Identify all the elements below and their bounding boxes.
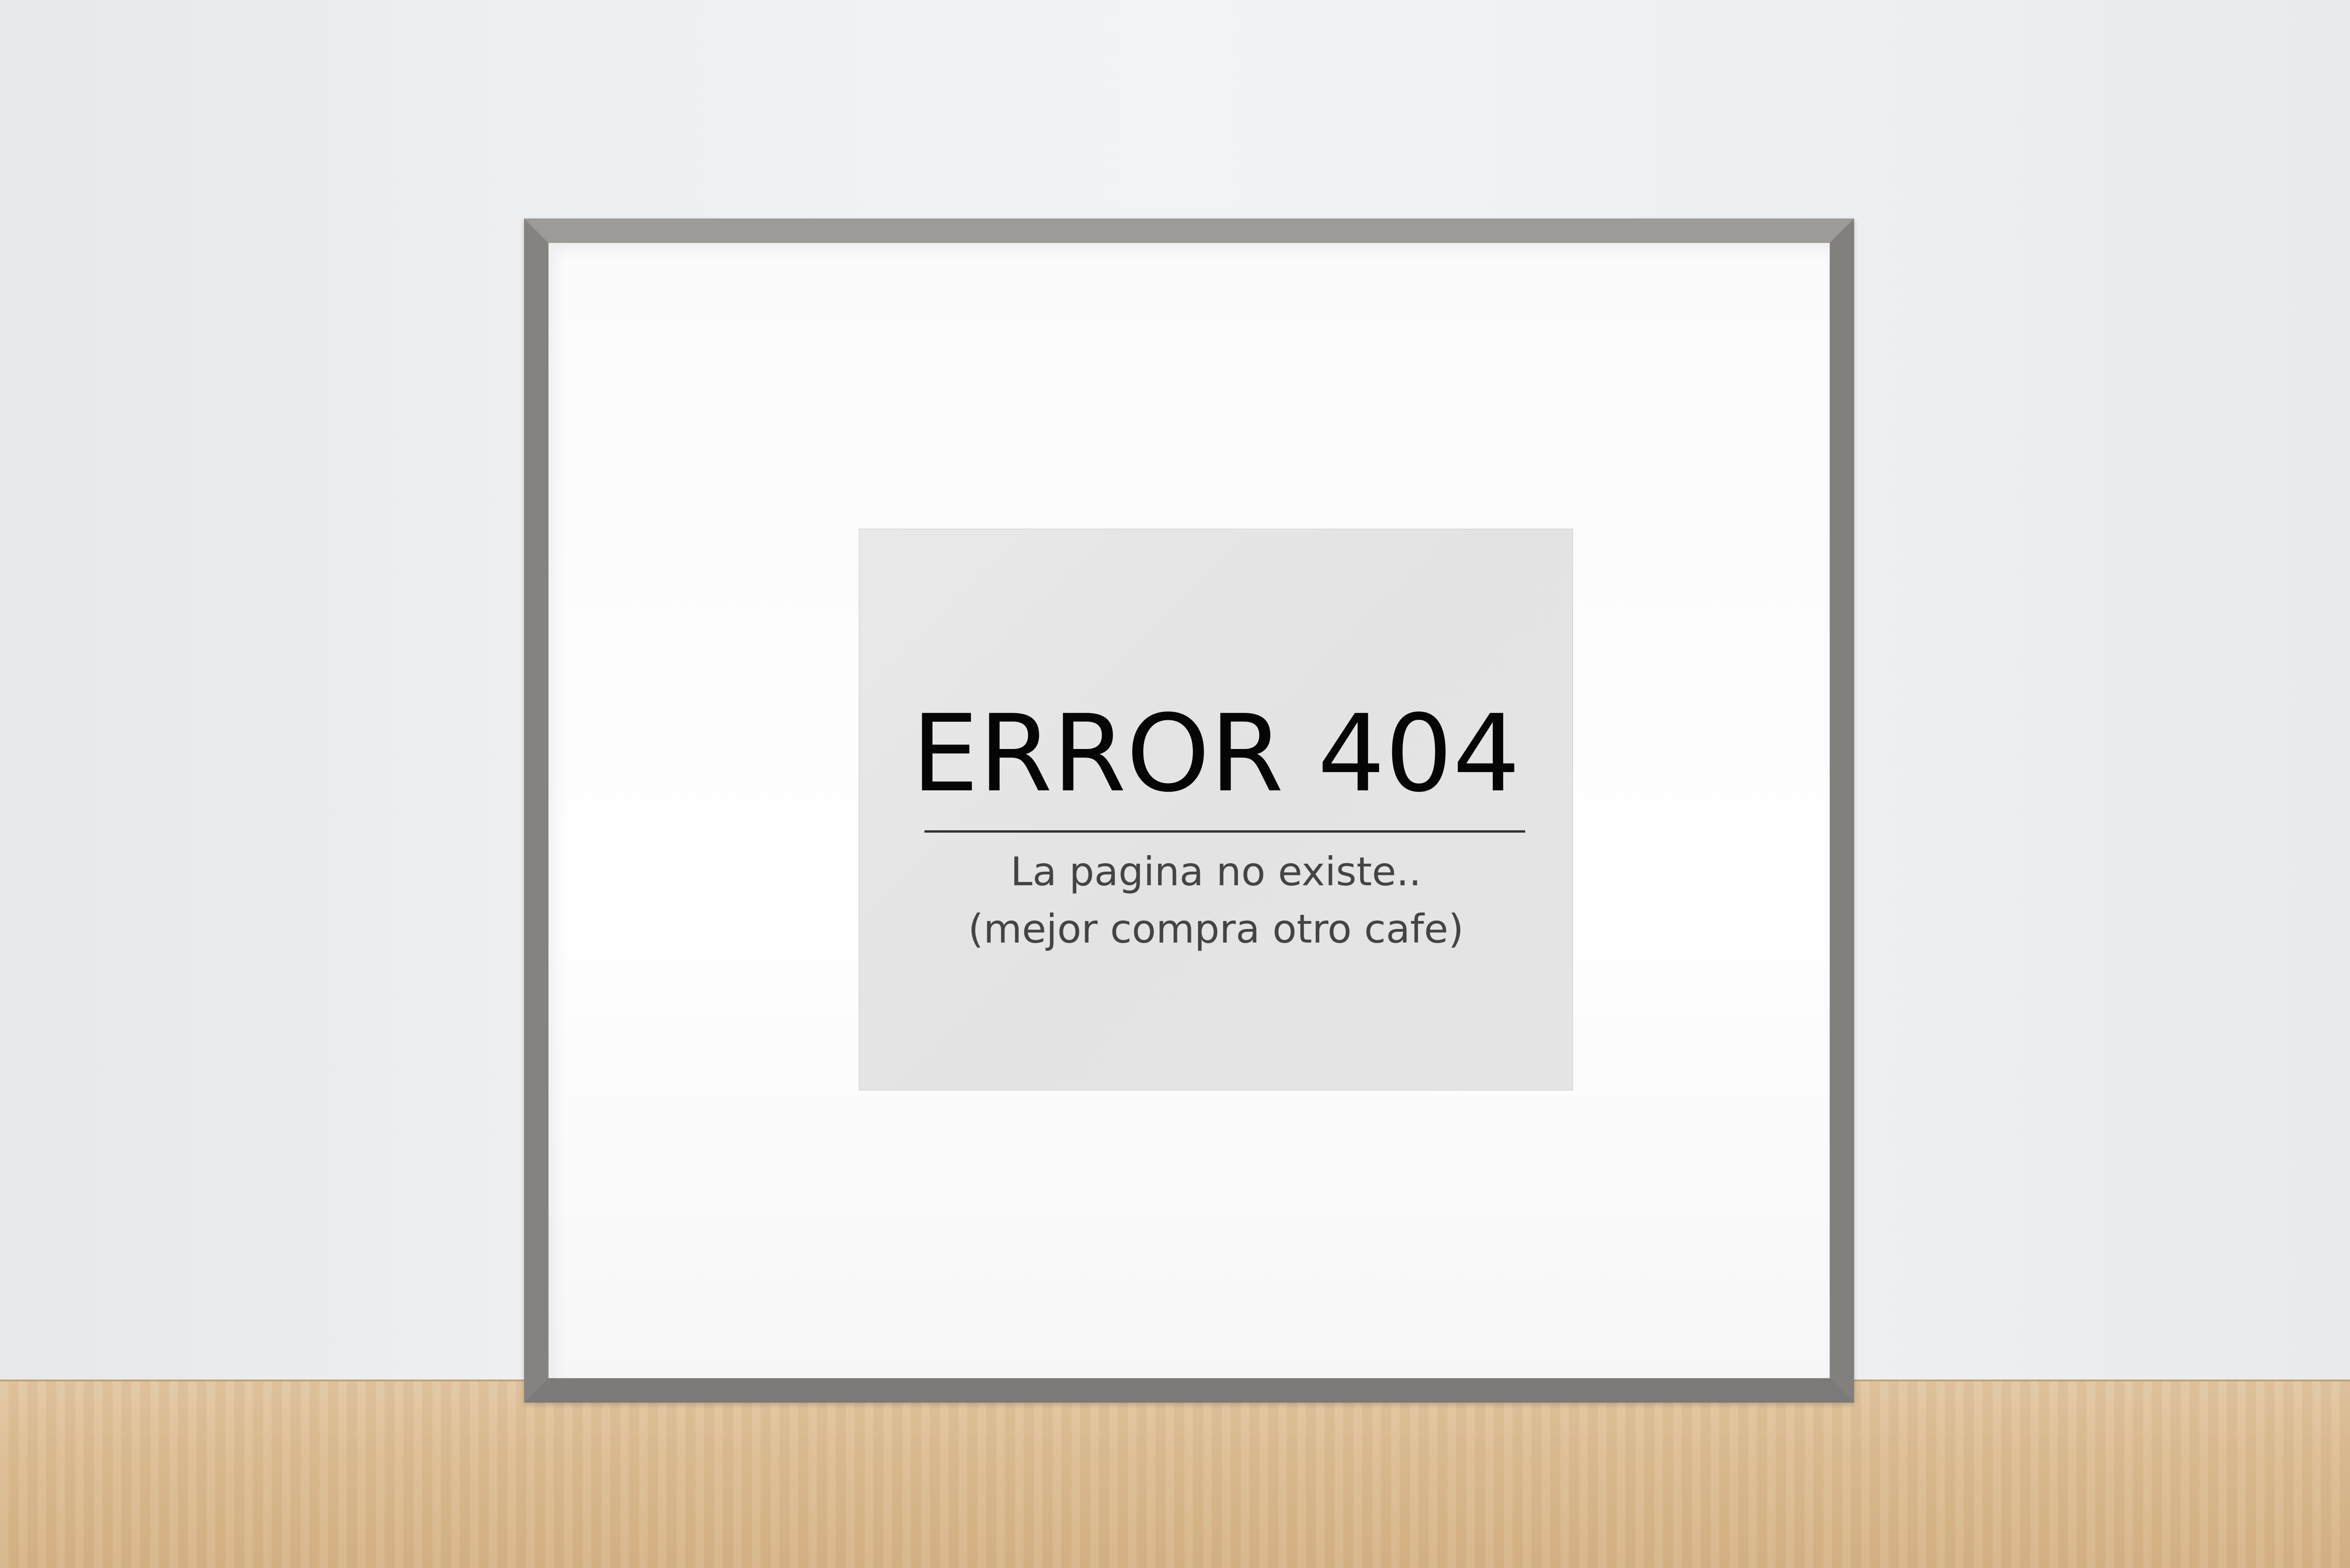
error-title: ERROR 404 <box>911 692 1520 816</box>
error-message: La pagina no existe.. <box>1010 849 1422 895</box>
wooden-shelf <box>0 1381 2350 1568</box>
error-print: ERROR 404 La pagina no existe.. (mejor c… <box>859 529 1573 1091</box>
title-underline <box>924 830 1525 833</box>
picture-frame: ERROR 404 La pagina no existe.. (mejor c… <box>524 218 1854 1403</box>
error-joke: (mejor compra otro cafe) <box>968 906 1464 952</box>
frame-mat: ERROR 404 La pagina no existe.. (mejor c… <box>548 243 1830 1378</box>
